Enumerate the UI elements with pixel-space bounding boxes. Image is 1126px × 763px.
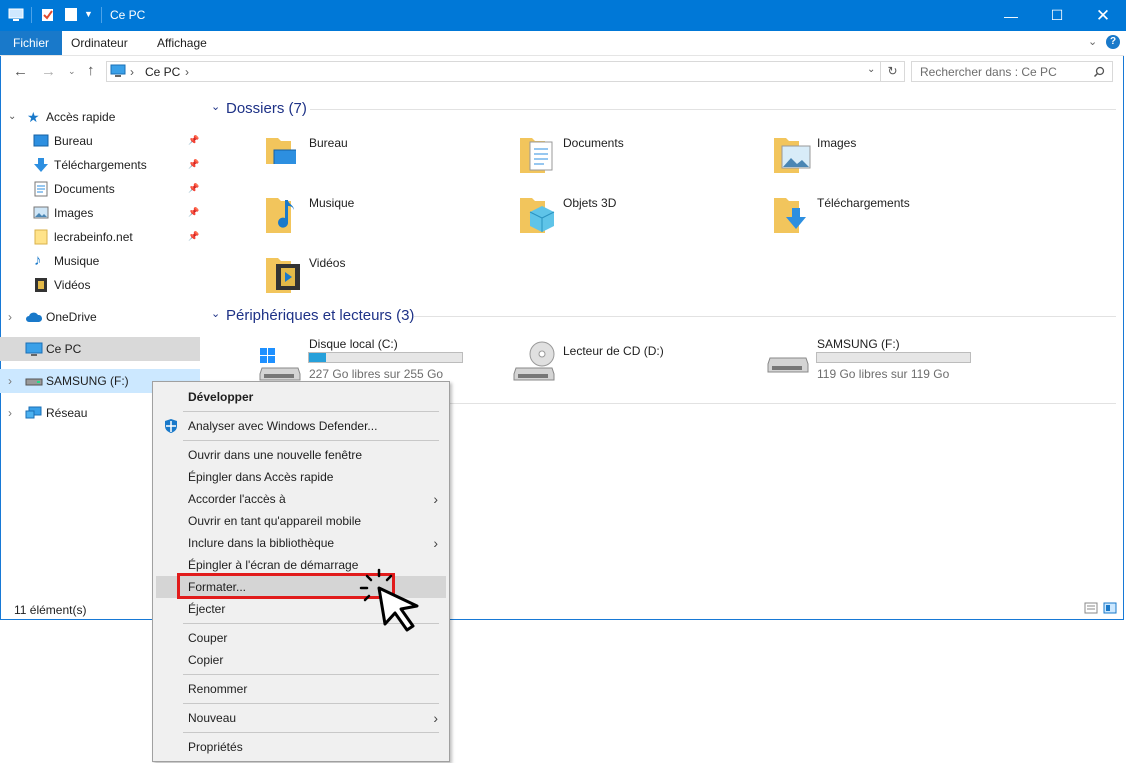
- drive-f[interactable]: SAMSUNG (F:) 119 Go libres sur 119 Go: [764, 336, 994, 384]
- folder-documents[interactable]: Documents: [516, 130, 746, 180]
- folder-musique[interactable]: Musique: [262, 190, 492, 240]
- menu-item-copier[interactable]: Copier: [156, 649, 446, 671]
- computer-icon: [110, 64, 126, 77]
- mouse-cursor-icon: [359, 568, 419, 632]
- search-icon: [1093, 66, 1105, 78]
- folder-images[interactable]: Images: [770, 130, 1000, 180]
- usb-drive-icon: [767, 357, 809, 373]
- menu-item-developper[interactable]: Développer: [156, 386, 446, 408]
- desktop-icon: [33, 134, 49, 147]
- folder-objets-3d[interactable]: Objets 3D: [516, 190, 746, 240]
- up-button[interactable]: ↑: [87, 62, 95, 79]
- drive-c[interactable]: Disque local (C:) 227 Go libres sur 255 …: [256, 336, 486, 384]
- nav-item-bureau[interactable]: Bureau 📌: [0, 129, 202, 153]
- collapse-devices-icon[interactable]: ⌄: [211, 307, 220, 320]
- large-icons-view-icon[interactable]: [1103, 602, 1117, 614]
- nav-quick-access[interactable]: ⌄ ★ Accès rapide: [0, 105, 202, 129]
- menu-item-windows-defender[interactable]: Analyser avec Windows Defender...: [156, 415, 446, 437]
- window-title: Ce PC: [110, 8, 146, 22]
- new-folder-icon[interactable]: [64, 7, 78, 22]
- nav-item-musique[interactable]: ♪ Musique: [0, 249, 202, 273]
- cd-drive-icon: [513, 341, 555, 381]
- pin-icon: 📌: [188, 207, 200, 217]
- search-input[interactable]: Rechercher dans : Ce PC: [911, 61, 1113, 82]
- close-button[interactable]: ✕: [1080, 0, 1126, 31]
- download-icon: [34, 158, 48, 172]
- menu-item-open-as-portable[interactable]: Ouvrir en tant qu'appareil mobile: [156, 510, 446, 532]
- pin-icon: 📌: [188, 135, 200, 145]
- devices-section-title[interactable]: Périphériques et lecteurs (3): [226, 307, 414, 324]
- menu-item-proprietes[interactable]: Propriétés: [156, 736, 446, 758]
- star-icon: ★: [27, 109, 40, 125]
- nav-item-documents[interactable]: Documents 📌: [0, 177, 202, 201]
- drive-c-usage-bar: [308, 352, 463, 363]
- film-icon: [35, 278, 47, 292]
- tab-fichier[interactable]: Fichier: [0, 31, 63, 55]
- picture-icon: [33, 206, 49, 219]
- tab-ordinateur[interactable]: Ordinateur: [58, 31, 141, 55]
- breadcrumb[interactable]: Ce PC: [145, 65, 180, 79]
- desktop-folder-icon: [266, 138, 296, 164]
- minimize-button[interactable]: —: [988, 0, 1034, 31]
- nav-onedrive[interactable]: › OneDrive: [0, 305, 202, 329]
- nav-item-telechargements[interactable]: Téléchargements 📌: [0, 153, 202, 177]
- maximize-button[interactable]: ☐: [1034, 0, 1080, 31]
- customize-toolbar-icon[interactable]: ▼: [84, 9, 93, 19]
- videos-folder-icon: [266, 258, 300, 293]
- folder-telechargements[interactable]: Téléchargements: [770, 190, 1000, 240]
- menu-item-nouveau[interactable]: Nouveau ›: [156, 707, 446, 729]
- 3d-objects-folder-icon: [520, 198, 555, 233]
- collapse-folders-icon[interactable]: ⌄: [211, 100, 220, 113]
- recent-locations-icon[interactable]: ⌄: [68, 66, 76, 77]
- address-dropdown-icon[interactable]: ⌄: [867, 64, 875, 75]
- nav-item-videos[interactable]: Vidéos: [0, 273, 202, 297]
- address-bar[interactable]: › Ce PC › ⌄: [106, 61, 881, 82]
- defender-shield-icon: [165, 419, 177, 433]
- help-icon[interactable]: ?: [1106, 35, 1120, 49]
- chevron-right-icon: ›: [433, 710, 438, 726]
- chevron-right-icon: ›: [433, 491, 438, 507]
- refresh-button[interactable]: ↻: [881, 61, 905, 82]
- windows-drive-icon: [259, 348, 301, 381]
- music-folder-icon: [266, 198, 294, 233]
- network-icon: [25, 406, 42, 419]
- chevron-right-icon: ›: [433, 535, 438, 551]
- menu-item-pin-quick-access[interactable]: Épingler dans Accès rapide: [156, 466, 446, 488]
- music-icon: ♪: [34, 252, 42, 269]
- tab-affichage[interactable]: Affichage: [144, 31, 220, 55]
- pin-icon: 📌: [188, 159, 200, 169]
- pin-icon: 📌: [188, 183, 200, 193]
- computer-icon: [8, 8, 24, 21]
- document-icon: [34, 181, 48, 197]
- search-placeholder: Rechercher dans : Ce PC: [920, 65, 1057, 79]
- menu-item-give-access[interactable]: Accorder l'accès à ›: [156, 488, 446, 510]
- ribbon: Fichier Ordinateur Affichage ⌄ ?: [0, 31, 1124, 56]
- usb-drive-icon: [25, 378, 43, 386]
- properties-icon[interactable]: [41, 7, 55, 22]
- nav-item-images[interactable]: Images 📌: [0, 201, 202, 225]
- details-view-icon[interactable]: [1084, 602, 1098, 614]
- downloads-folder-icon: [774, 198, 806, 233]
- back-button[interactable]: ←: [13, 63, 28, 80]
- folder-videos[interactable]: Vidéos: [262, 250, 492, 300]
- nav-thispc[interactable]: Ce PC: [0, 337, 200, 361]
- menu-item-renommer[interactable]: Renommer: [156, 678, 446, 700]
- pin-icon: 📌: [188, 231, 200, 241]
- drive-f-usage-bar: [816, 352, 971, 363]
- folders-section-title[interactable]: Dossiers (7): [226, 100, 307, 117]
- folder-bureau[interactable]: Bureau: [262, 130, 492, 180]
- drive-d[interactable]: Lecteur de CD (D:): [510, 336, 740, 384]
- documents-folder-icon: [520, 138, 553, 173]
- nav-item-lecrabeinfo[interactable]: lecrabeinfo.net 📌: [0, 225, 202, 249]
- cloud-icon: [26, 312, 43, 322]
- forward-button[interactable]: →: [41, 63, 56, 80]
- menu-item-open-new-window[interactable]: Ouvrir dans une nouvelle fenêtre: [156, 444, 446, 466]
- menu-item-include-library[interactable]: Inclure dans la bibliothèque ›: [156, 532, 446, 554]
- title-bar: ▼ Ce PC — ☐ ✕: [0, 0, 1126, 31]
- pictures-folder-icon: [774, 138, 811, 173]
- folder-icon: [34, 229, 48, 245]
- status-item-count: 11 élément(s): [14, 603, 87, 617]
- computer-icon: [25, 342, 43, 356]
- expand-ribbon-icon[interactable]: ⌄: [1088, 35, 1097, 48]
